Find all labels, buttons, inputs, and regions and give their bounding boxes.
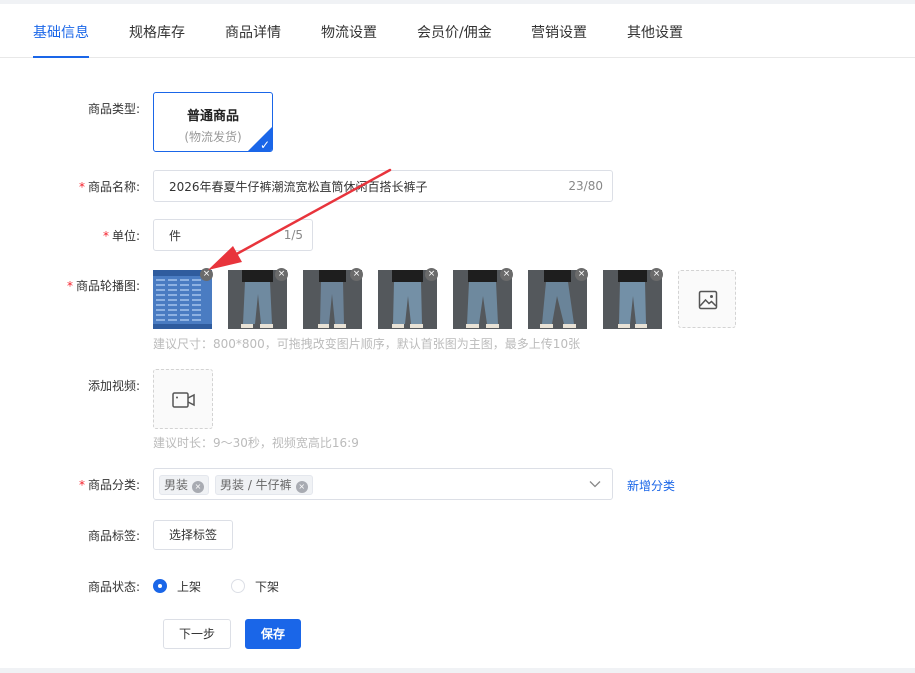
check-icon: ✓ — [259, 138, 270, 152]
carousel-image-5[interactable]: × — [453, 268, 513, 329]
close-icon[interactable]: × — [295, 481, 308, 493]
add-image-button[interactable] — [678, 270, 736, 328]
tab-bar: 基础信息 规格库存 商品详情 物流设置 会员价/佣金 营销设置 其他设置 — [0, 4, 915, 58]
chevron-down-icon — [589, 481, 601, 488]
status-radio-on-shelf[interactable] — [153, 579, 167, 593]
product-type-title: 普通商品 — [186, 109, 239, 124]
tab-spec-stock[interactable]: 规格库存 — [129, 22, 185, 42]
category-tag: 男装 × — [159, 475, 210, 495]
carousel-image-4[interactable]: × — [378, 268, 438, 329]
carousel-hint: 建议尺寸：800*800，可拖拽改变图片顺序，默认首张图为主图，最多上传10张 — [153, 337, 581, 351]
status-option-label: 下架 — [255, 580, 280, 594]
image-icon — [698, 290, 718, 310]
category-tag: 男装 / 牛仔裤 × — [215, 475, 313, 495]
video-camera-icon — [172, 392, 195, 408]
tag-label: 商品标签: — [87, 529, 140, 543]
tab-marketing[interactable]: 营销设置 — [531, 22, 587, 42]
close-icon[interactable]: × — [575, 268, 588, 281]
active-tab-indicator — [33, 56, 89, 58]
select-tag-button[interactable]: 选择标签 — [153, 520, 233, 550]
tab-product-detail[interactable]: 商品详情 — [225, 22, 281, 42]
tab-logistics[interactable]: 物流设置 — [321, 22, 377, 42]
carousel-label: * 商品轮播图: — [66, 279, 140, 293]
status-option-label: 上架 — [177, 580, 202, 594]
product-edit-page: 基础信息 规格库存 商品详情 物流设置 会员价/佣金 营销设置 其他设置 商品类… — [0, 4, 915, 668]
status-label: 商品状态: — [87, 580, 140, 594]
carousel-image-7[interactable]: × — [603, 268, 663, 329]
close-icon[interactable]: × — [650, 268, 663, 281]
close-icon[interactable]: × — [425, 268, 438, 281]
carousel-image-1[interactable]: × — [153, 268, 213, 329]
video-label: 添加视频: — [87, 379, 140, 393]
video-hint: 建议时长：9～30秒，视频宽高比16:9 — [153, 436, 359, 450]
unit-label: * 单位: — [102, 229, 140, 243]
product-name-counter: 23/80 — [568, 179, 603, 193]
tab-other[interactable]: 其他设置 — [627, 22, 683, 42]
product-type-card-normal[interactable]: 普通商品 (物流发货) ✓ — [153, 92, 273, 152]
add-video-button[interactable] — [153, 369, 213, 429]
add-category-link[interactable]: 新增分类 — [627, 477, 675, 494]
carousel-image-2[interactable]: × — [228, 268, 288, 329]
tab-basic-info[interactable]: 基础信息 — [33, 22, 89, 42]
category-label: * 商品分类: — [78, 478, 140, 492]
annotation-arrow — [208, 168, 392, 270]
close-icon[interactable]: × — [500, 268, 513, 281]
status-radio-off-shelf[interactable] — [231, 579, 245, 593]
category-select[interactable]: 男装 × 男装 / 牛仔裤 × — [153, 468, 613, 500]
next-step-button[interactable]: 下一步 — [163, 619, 231, 649]
save-button[interactable]: 保存 — [245, 619, 301, 649]
product-name-label: * 商品名称: — [78, 180, 140, 194]
close-icon[interactable]: × — [192, 481, 205, 493]
carousel-image-6[interactable]: × — [528, 268, 588, 329]
carousel-image-3[interactable]: × — [303, 268, 363, 329]
tab-member-price[interactable]: 会员价/佣金 — [417, 22, 492, 42]
product-type-label: 商品类型: — [87, 102, 140, 116]
